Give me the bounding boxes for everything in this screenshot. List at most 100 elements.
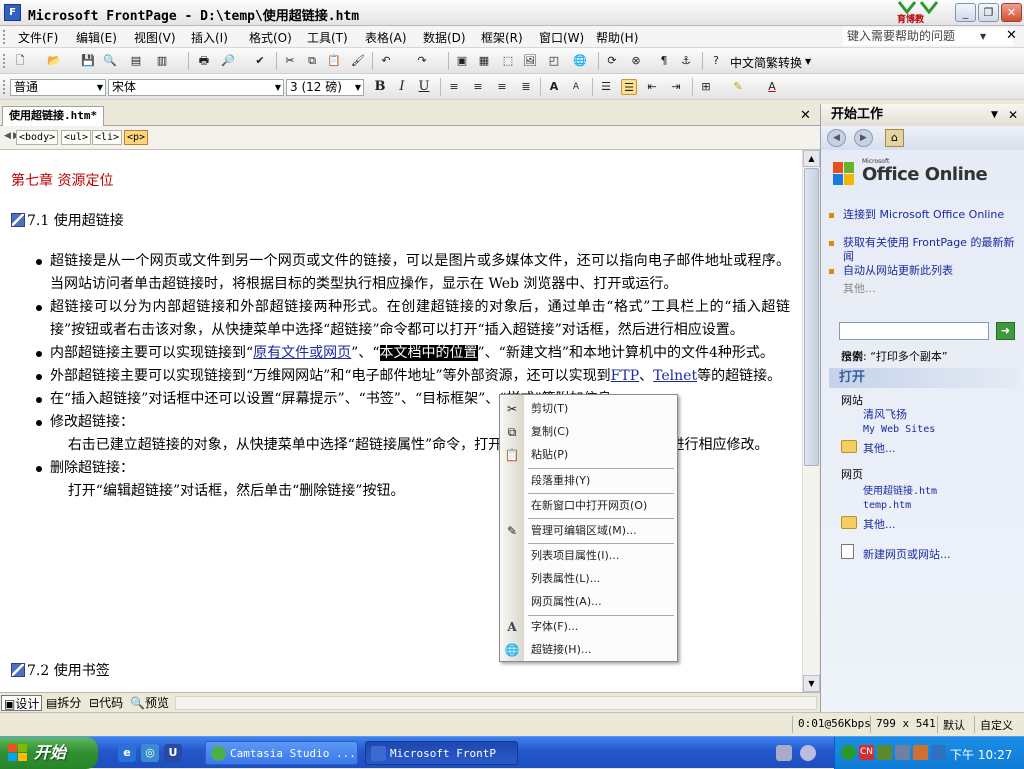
refresh-icon[interactable]: ⟳: [604, 53, 620, 69]
menu-item-list-props[interactable]: 列表属性(L)...: [500, 568, 678, 590]
recent-website[interactable]: 清风飞扬: [863, 406, 907, 422]
menu-item-open-new-window[interactable]: 在新窗口中打开网页(O): [500, 495, 678, 517]
task-pane-menu-icon[interactable]: ▼: [991, 104, 998, 126]
menu-tools[interactable]: 工具(T): [307, 29, 348, 46]
borders-icon[interactable]: ⊞: [698, 79, 714, 95]
tray-app-icon[interactable]: [895, 745, 910, 760]
menu-view[interactable]: 视图(V): [134, 29, 176, 46]
home-icon[interactable]: ⌂: [885, 129, 904, 147]
recent-page[interactable]: temp.htm: [863, 500, 911, 511]
online-link[interactable]: 自动从网站更新此列表: [829, 264, 1019, 278]
menu-insert[interactable]: 插入(I): [191, 29, 228, 46]
justify-icon[interactable]: ≣: [518, 79, 534, 95]
menu-item-paste[interactable]: 📋 粘贴(P): [500, 444, 678, 466]
insert-layer-icon[interactable]: ⬚: [500, 53, 516, 69]
web-component-icon[interactable]: ▣: [454, 53, 470, 69]
menu-window[interactable]: 窗口(W): [539, 29, 584, 46]
align-right-icon[interactable]: ≡: [494, 79, 510, 95]
save-icon[interactable]: 💾: [80, 53, 96, 69]
open-icon[interactable]: 📂: [46, 53, 62, 69]
close-document-icon[interactable]: ✕: [1006, 28, 1017, 43]
show-all-icon[interactable]: ¶: [656, 53, 672, 69]
close-window-button[interactable]: ✕: [1001, 3, 1022, 22]
increase-font-icon[interactable]: A: [546, 79, 562, 95]
menu-item-list-item-props[interactable]: 列表项目属性(I)...: [500, 545, 678, 567]
tag-li[interactable]: <li>: [92, 130, 123, 145]
toggle-pane-icon[interactable]: ▥: [154, 53, 170, 69]
editor-canvas[interactable]: 第七章 资源定位 7.1 使用超链接 超链接是从一个网页或文件到另一个网页或文件…: [0, 150, 802, 692]
publish-icon[interactable]: ▤: [128, 53, 144, 69]
online-more-link[interactable]: 其他...: [843, 282, 1019, 296]
underline-button[interactable]: U: [416, 79, 432, 95]
format-painter-icon[interactable]: 🖌: [350, 53, 366, 69]
font-color-icon[interactable]: A: [764, 79, 780, 95]
ime-tray-icon[interactable]: CN: [859, 745, 874, 760]
tab-preview[interactable]: 🔍预览: [128, 695, 171, 711]
paste-icon[interactable]: 📋: [326, 53, 342, 69]
maximize-button[interactable]: ❐: [978, 3, 999, 22]
insert-hyperlink-icon[interactable]: 🌐: [572, 53, 588, 69]
menu-edit[interactable]: 编辑(E): [76, 29, 117, 46]
tray-app-icon[interactable]: [931, 745, 946, 760]
back-icon[interactable]: ◀: [827, 129, 846, 147]
start-button[interactable]: 开始: [0, 737, 98, 769]
tab-split[interactable]: ▤拆分: [44, 695, 83, 711]
tray-app-icon[interactable]: [877, 745, 892, 760]
help-question-input[interactable]: 键入需要帮助的问题: [843, 28, 1013, 45]
close-tab-icon[interactable]: ✕: [800, 108, 811, 123]
menu-item-reflow[interactable]: 段落重排(Y): [500, 470, 678, 492]
menu-item-page-props[interactable]: 网页属性(A)...: [500, 591, 678, 613]
print-icon[interactable]: 🖶: [196, 53, 212, 69]
bullets-icon[interactable]: ☰: [621, 79, 637, 95]
outlook-icon[interactable]: ◎: [141, 744, 159, 762]
chinese-convert-button[interactable]: 中文简繁转换: [730, 54, 802, 71]
vertical-scrollbar[interactable]: ▲ ▼: [802, 150, 820, 692]
align-center-icon[interactable]: ≡: [470, 79, 486, 95]
tray-app-icon[interactable]: [913, 745, 928, 760]
bookmark-icon[interactable]: ⚓: [678, 53, 694, 69]
redo-icon[interactable]: ↷: [414, 53, 430, 69]
printer-tray-icon[interactable]: [776, 745, 792, 761]
tab-code[interactable]: ⊟代码: [87, 695, 125, 711]
search-input[interactable]: [839, 322, 989, 340]
scroll-down-icon[interactable]: ▼: [803, 675, 820, 692]
network-tray-icon[interactable]: [841, 745, 856, 760]
menu-item-hyperlink[interactable]: 🌐 超链接(H)...: [500, 639, 678, 661]
help-dropdown-icon[interactable]: ▼: [980, 32, 986, 41]
style-dropdown[interactable]: 普通 ▼: [10, 79, 106, 96]
drawing-icon[interactable]: ◰: [546, 53, 562, 69]
menu-item-manage-editable[interactable]: ✎ 管理可编辑区域(M)...: [500, 520, 678, 542]
scroll-thumb[interactable]: [804, 168, 819, 466]
spelling-icon[interactable]: ✔: [252, 53, 268, 69]
tag-ul[interactable]: <ul>: [61, 130, 92, 145]
taskbar-camtasia[interactable]: Camtasia Studio ...: [205, 741, 358, 765]
new-page-icon[interactable]: 🗋: [12, 53, 28, 69]
stop-icon[interactable]: ⊗: [628, 53, 644, 69]
menu-item-copy[interactable]: ⧉ 复制(C): [500, 421, 678, 443]
bold-button[interactable]: B: [372, 79, 388, 95]
horizontal-scrollbar[interactable]: [175, 696, 817, 710]
hyperlink[interactable]: 原有文件或网页: [253, 345, 351, 361]
italic-button[interactable]: I: [394, 79, 410, 95]
decrease-font-icon[interactable]: A: [568, 79, 584, 95]
menu-help[interactable]: 帮助(H): [596, 29, 638, 46]
tag-body[interactable]: <body>: [16, 130, 59, 145]
numbering-icon[interactable]: ☰: [598, 79, 614, 95]
hyperlink[interactable]: FTP: [611, 368, 639, 384]
hyperlink[interactable]: Telnet: [653, 368, 697, 384]
sound-tray-icon[interactable]: [800, 745, 816, 761]
menu-item-font[interactable]: A 字体(F)...: [500, 616, 678, 638]
size-dropdown[interactable]: 3 (12 磅) ▼: [286, 79, 364, 96]
menu-file[interactable]: 文件(F): [18, 29, 58, 46]
help-icon[interactable]: ?: [708, 53, 724, 69]
search-go-icon[interactable]: ➜: [996, 322, 1015, 340]
minimize-button[interactable]: _: [955, 3, 976, 22]
font-dropdown[interactable]: 宋体 ▼: [108, 79, 284, 96]
recent-website[interactable]: My Web Sites: [863, 424, 935, 435]
toolbar-grip[interactable]: [3, 80, 6, 94]
ie-icon[interactable]: e: [118, 744, 136, 762]
insert-table-icon[interactable]: ▦: [476, 53, 492, 69]
tag-p[interactable]: <p>: [124, 130, 149, 145]
menu-item-cut[interactable]: ✂ 剪切(T): [500, 398, 678, 420]
scroll-up-icon[interactable]: ▲: [803, 150, 820, 167]
